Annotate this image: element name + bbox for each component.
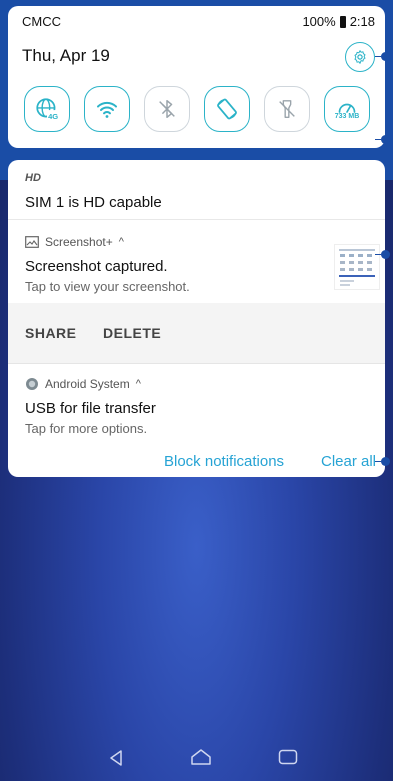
expand-chevron-icon[interactable]: ^: [136, 378, 141, 390]
hd-tag: HD: [25, 172, 41, 184]
mobile-data-tile[interactable]: 4G: [24, 86, 70, 132]
hd-text: SIM 1 is HD capable: [25, 194, 162, 211]
recents-icon[interactable]: [278, 749, 298, 765]
back-icon[interactable]: [108, 749, 124, 767]
wifi-tile[interactable]: [84, 86, 130, 132]
android-title: USB for file transfer: [25, 400, 156, 417]
screenshot-app-row: Screenshot+ ^: [25, 235, 124, 249]
carrier-label: CMCC: [22, 14, 61, 29]
flashlight-tile[interactable]: [264, 86, 310, 132]
quick-tiles-row: 4G 733 MB: [24, 86, 370, 132]
hd-notification[interactable]: HD SIM 1 is HD capable: [8, 160, 385, 220]
flashlight-off-icon: [279, 100, 295, 118]
android-app-name: Android System: [45, 377, 130, 391]
status-indicators: 100% 2:18: [302, 14, 375, 29]
image-icon: [25, 236, 39, 248]
date-label: Thu, Apr 19: [22, 46, 110, 65]
android-subtitle: Tap for more options.: [25, 421, 148, 436]
home-icon[interactable]: [190, 748, 212, 766]
globe-4g-icon: 4G: [36, 98, 59, 121]
delete-button[interactable]: DELETE: [103, 325, 161, 341]
navigation-bar: [0, 735, 393, 781]
clear-all-button[interactable]: Clear all: [321, 453, 376, 470]
settings-gear-button[interactable]: [345, 42, 375, 72]
clock: 2:18: [349, 14, 375, 29]
share-button[interactable]: SHARE: [25, 325, 77, 341]
thumbnail-preview-icon: [339, 249, 375, 286]
bluetooth-off-icon: [159, 100, 175, 118]
rotate-icon: [217, 98, 237, 120]
svg-text:4G: 4G: [48, 112, 58, 121]
annotation-dot: [375, 250, 390, 259]
screenshot-app-name: Screenshot+: [45, 235, 113, 249]
gear-icon: [354, 50, 366, 64]
bluetooth-tile[interactable]: [144, 86, 190, 132]
expand-chevron-icon[interactable]: ^: [119, 236, 124, 248]
auto-rotate-tile[interactable]: [204, 86, 250, 132]
data-usage-tile[interactable]: 733 MB: [324, 86, 370, 132]
wifi-icon: [97, 101, 117, 118]
screenshot-title: Screenshot captured.: [25, 258, 168, 275]
android-system-icon: [26, 378, 38, 390]
android-app-row: Android System ^: [25, 377, 141, 391]
battery-icon: [339, 15, 346, 28]
block-notifications-button[interactable]: Block notifications: [164, 453, 284, 470]
screenshot-subtitle: Tap to view your screenshot.: [25, 279, 190, 294]
notification-card: HD SIM 1 is HD capable Screenshot+ ^ Scr…: [8, 160, 385, 477]
annotation-dot: [375, 52, 390, 61]
data-usage-label: 733 MB: [334, 112, 360, 120]
annotation-dot: [375, 135, 390, 144]
screenshot-actions: SHARE DELETE: [8, 303, 385, 364]
screenshot-thumbnail[interactable]: [334, 244, 380, 290]
battery-percent: 100%: [302, 14, 336, 29]
annotation-dot: [375, 457, 390, 466]
screenshot-notification[interactable]: Screenshot+ ^ Screenshot captured. Tap t…: [8, 221, 385, 303]
